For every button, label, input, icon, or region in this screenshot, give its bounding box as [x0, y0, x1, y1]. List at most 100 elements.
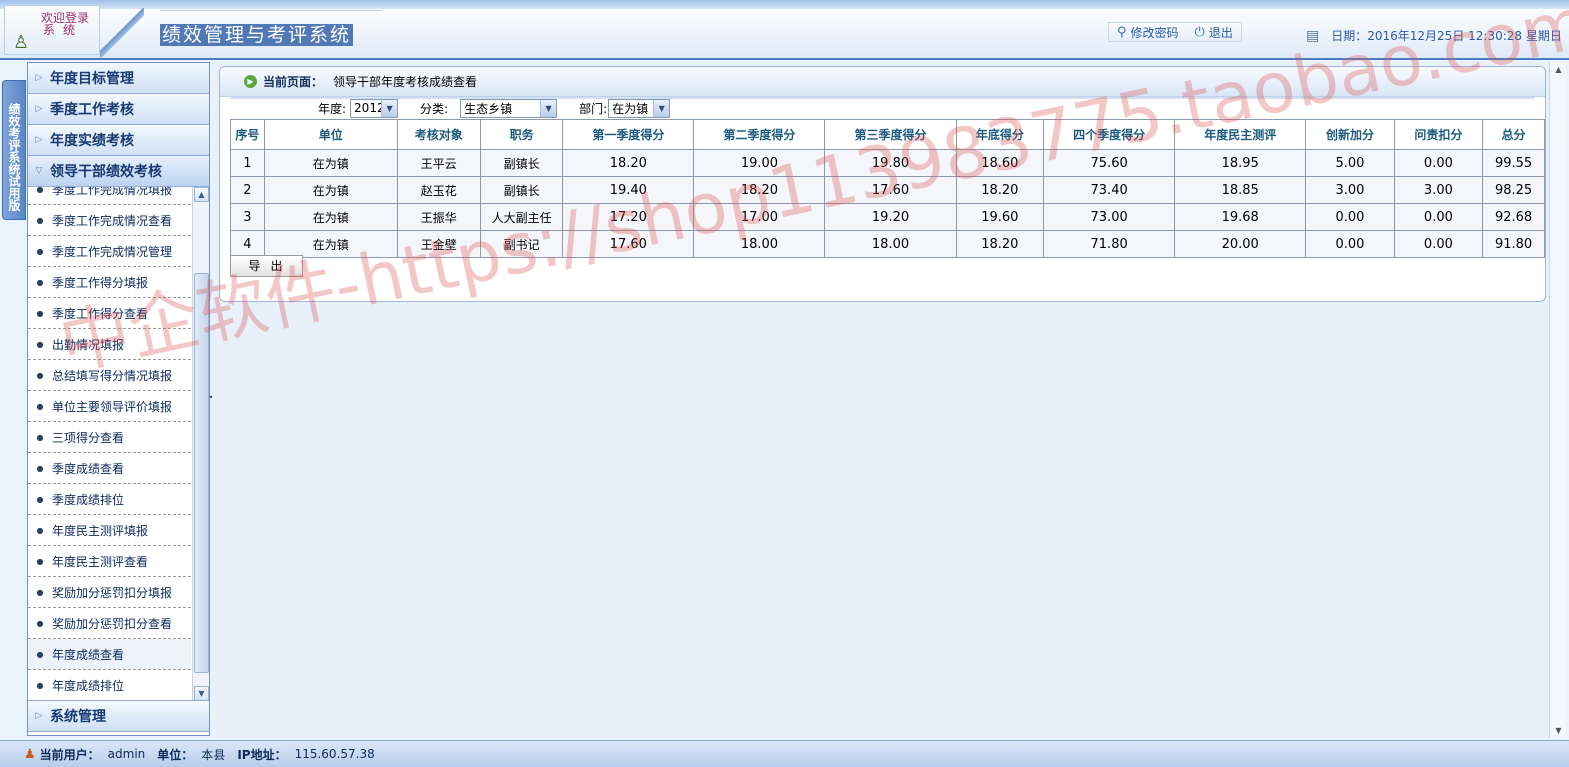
table-cell: 王平云 [396, 149, 481, 177]
sidebar-item[interactable]: ● 季度成绩查看 [28, 453, 191, 484]
column-header: 第一季度得分 [562, 119, 695, 150]
scroll-up-icon[interactable]: ▲ [194, 187, 209, 202]
bullet-icon: ● [36, 187, 44, 194]
sidebar-submenu-list: ● 季度工作完成情况填报 ● 季度工作完成情况查看 ● 季度工作完成情况管理 ● 季度工… [28, 187, 191, 700]
logo-line2: 系统 [43, 23, 84, 37]
table-cell: 副书记 [479, 230, 564, 258]
bullet-icon: ● [36, 246, 44, 256]
sidebar-group-annual-goals[interactable]: ▷ 年度目标管理 [28, 63, 209, 94]
sidebar-item[interactable]: ● 季度工作完成情况查看 [28, 205, 191, 236]
sidebar-item[interactable]: ● 年度民主测评填报 [28, 515, 191, 546]
scroll-down-icon[interactable]: ▼ [1551, 723, 1566, 738]
sidebar-group-label: 年度目标管理 [50, 71, 134, 87]
bullet-icon: ● [36, 370, 44, 380]
sidebar-item[interactable]: ● 季度工作完成情况填报 [28, 187, 191, 205]
table-cell: 18.20 [693, 176, 826, 204]
sidebar-submenu: ● 季度工作完成情况填报 ● 季度工作完成情况查看 ● 季度工作完成情况管理 ● 季度工… [28, 187, 209, 701]
current-user-label: 当前用户： [39, 747, 100, 762]
table-cell: 98.25 [1482, 176, 1545, 204]
sidebar-item-label: 季度工作得分填报 [52, 275, 149, 290]
column-header: 总分 [1482, 119, 1545, 150]
sidebar-item[interactable]: ● 年度成绩排位 [28, 670, 191, 700]
unit-value: 本县 [201, 747, 226, 762]
table-cell: 92.68 [1482, 203, 1545, 231]
table-cell: 18.85 [1174, 176, 1307, 204]
table-cell: 人大副主任 [479, 203, 564, 231]
unit-label: 单位： [157, 747, 194, 762]
sidebar-item[interactable]: ● 季度成绩排位 [28, 484, 191, 515]
sidebar-group-quarterly-work[interactable]: ▷ 季度工作考核 [28, 94, 209, 125]
logo: ♙ 欢迎登录 系统 [4, 5, 100, 55]
sidebar-group-system-management[interactable]: ▷ 系统管理 [28, 701, 209, 732]
table-header-row: 序号 单位 考核对象 职务 第一季度得分 第二季度得分 第三季度得分 年底得分 … [230, 119, 1545, 150]
date-display: ▤ 日期：2016年12月25日 12:30:28 星期日 [1306, 27, 1562, 44]
user-group-icon: ♙ [13, 32, 30, 53]
sidebar-item[interactable]: ● 三项得分查看 [28, 422, 191, 453]
logout-button[interactable]: ⏻ 退出 [1187, 23, 1241, 41]
chevron-down-icon: ▼ [653, 99, 670, 117]
bullet-icon: ● [36, 463, 44, 473]
key-icon: ⚲ [1117, 24, 1127, 40]
sidebar-group-leader-assessment[interactable]: ▽ 领导干部绩效考核 [28, 156, 209, 187]
column-header: 年度民主测评 [1174, 119, 1307, 150]
sidebar-item[interactable]: ● 总结填写得分情况填报 [28, 360, 191, 391]
chevron-right-icon: ▷ [35, 711, 43, 721]
results-table: 序号 单位 考核对象 职务 第一季度得分 第二季度得分 第三季度得分 年底得分 … [230, 119, 1545, 258]
table-cell: 0.00 [1305, 203, 1395, 231]
dept-select[interactable]: 在为镇 ▼ [608, 98, 671, 118]
table-cell: 73.00 [1043, 203, 1176, 231]
table-cell: 副镇长 [479, 149, 564, 177]
scroll-down-icon[interactable]: ▼ [194, 686, 209, 700]
sidebar-item-label: 季度工作完成情况管理 [52, 244, 173, 259]
bullet-icon: ● [36, 618, 44, 628]
table-cell: 0.00 [1393, 230, 1484, 258]
ip-value: 115.60.57.38 [294, 747, 375, 761]
column-header: 创新加分 [1305, 119, 1395, 150]
table-cell: 5.00 [1305, 149, 1395, 177]
sidebar-group-annual-performance[interactable]: ▷ 年度实绩考核 [28, 125, 209, 156]
sidebar-item[interactable]: ● 单位主要领导评价填报 [28, 391, 191, 422]
vertical-system-tab[interactable]: 绩效考评系统试用版 [2, 80, 26, 220]
year-select[interactable]: 2012 ▼ [350, 98, 399, 118]
table-cell: 在为镇 [263, 230, 398, 258]
current-user-value: admin [107, 747, 146, 761]
table-cell: 71.80 [1043, 230, 1176, 258]
table-row: 3 在为镇 王振华 人大副主任 17.20 17.00 19.20 19.60 … [230, 203, 1545, 231]
sidebar-item[interactable]: ● 年度民主测评查看 [28, 546, 191, 577]
change-password-button[interactable]: ⚲ 修改密码 [1109, 23, 1187, 41]
bullet-icon: ● [36, 308, 44, 318]
table-cell: 17.20 [562, 203, 695, 231]
scrollbar-thumb[interactable] [194, 273, 209, 673]
column-header: 第二季度得分 [693, 119, 826, 150]
table-cell: 3.00 [1393, 176, 1484, 204]
table-cell: 99.55 [1482, 149, 1545, 177]
table-cell: 王金壁 [396, 230, 481, 258]
dept-select-value: 在为镇 [612, 101, 649, 116]
page-scrollbar[interactable]: ▲ ▼ [1549, 62, 1566, 738]
logout-label: 退出 [1208, 25, 1233, 40]
sidebar-item[interactable]: ● 季度工作完成情况管理 [28, 236, 191, 267]
sidebar-item[interactable]: ● 季度工作得分查看 [28, 298, 191, 329]
table-cell: 王振华 [396, 203, 481, 231]
table-row: 1 在为镇 王平云 副镇长 18.20 19.00 19.80 18.60 75… [230, 149, 1545, 177]
sidebar-item-label: 季度成绩查看 [52, 461, 125, 476]
export-button[interactable]: 导出 [230, 255, 303, 277]
category-select[interactable]: 生态乡镇 ▼ [460, 98, 558, 118]
sidebar-item[interactable]: ● 季度工作得分填报 [28, 267, 191, 298]
table-cell: 赵玉花 [396, 176, 481, 204]
sidebar-item-active[interactable]: ● 年度成绩查看 [28, 639, 191, 670]
bullet-icon: ● [36, 401, 44, 411]
sidebar-item[interactable]: ● 奖励加分惩罚扣分填报 [28, 577, 191, 608]
sidebar-item[interactable]: ● 奖励加分惩罚扣分查看 [28, 608, 191, 639]
sidebar-scrollbar[interactable]: ▲ ▼ [192, 187, 209, 700]
column-header: 考核对象 [396, 119, 481, 150]
sidebar-item-label: 单位主要领导评价填报 [52, 399, 173, 414]
scroll-up-icon[interactable]: ▲ [1551, 62, 1566, 77]
table-row: 4 在为镇 王金壁 副书记 17.60 18.00 18.00 18.20 71… [230, 230, 1545, 258]
bullet-icon: ● [36, 525, 44, 535]
table-cell: 19.68 [1174, 203, 1307, 231]
change-password-label: 修改密码 [1130, 25, 1179, 40]
sidebar-item[interactable]: ● 出勤情况填报 [28, 329, 191, 360]
chevron-right-icon: ▷ [35, 135, 43, 145]
table-cell: 19.40 [562, 176, 695, 204]
